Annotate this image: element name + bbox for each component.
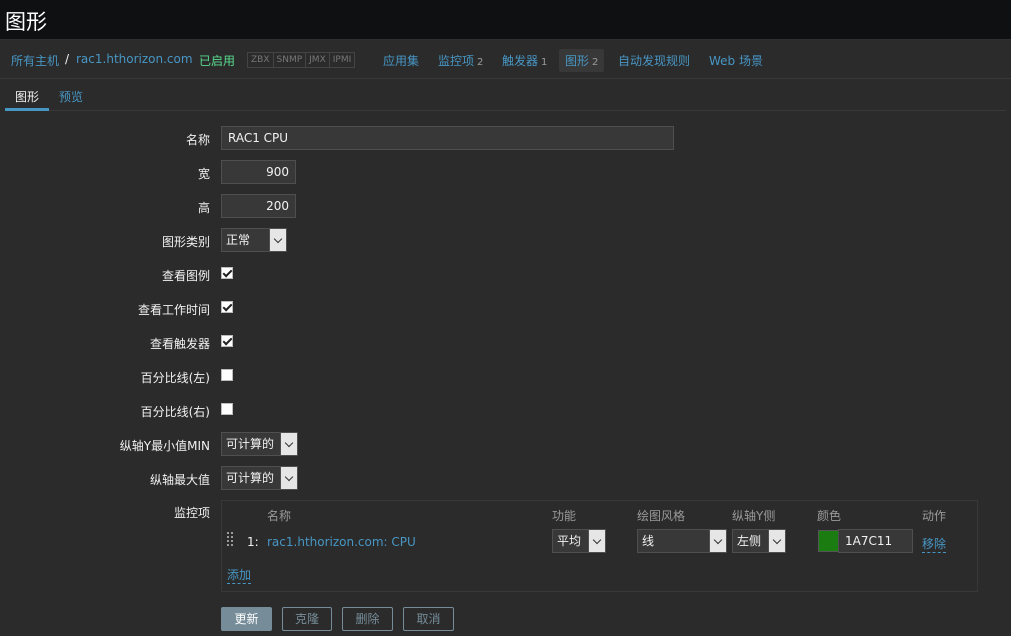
show-work-period-checkbox[interactable] xyxy=(221,301,233,313)
item-color-picker[interactable] xyxy=(818,530,840,552)
item-color-input[interactable] xyxy=(838,529,913,553)
graph-type-select[interactable]: 正常 xyxy=(221,228,287,252)
chevron-down-icon xyxy=(280,433,297,455)
clone-button[interactable]: 克隆 xyxy=(282,607,332,631)
graph-items-table: 名称 功能 绘图风格 纵轴Y侧 颜色 动作 1: rac1.hthorizon.… xyxy=(221,500,978,592)
badge-ipmi: IPMI xyxy=(329,53,355,67)
title-bar: 图形 xyxy=(0,0,1011,40)
ymax-type-select[interactable]: 可计算的 xyxy=(221,466,298,490)
graphs-link[interactable]: 图形 2 xyxy=(559,49,605,72)
item-draw-style-select[interactable]: 线 xyxy=(637,529,727,553)
drag-handle-icon[interactable] xyxy=(227,532,235,548)
percentile-right-label: 百分比线(右) xyxy=(140,405,210,419)
applications-link[interactable]: 应用集 xyxy=(383,52,419,69)
chevron-down-icon xyxy=(269,229,286,251)
item-function-select[interactable]: 平均 xyxy=(552,529,606,553)
triggers-count: 1 xyxy=(541,57,548,68)
item-function-value: 平均 xyxy=(557,534,582,548)
badge-snmp: SNMP xyxy=(273,53,307,67)
items-link[interactable]: 监控项 2 xyxy=(438,52,483,69)
width-label: 宽 xyxy=(197,167,210,181)
triggers-link-label: 触发器 xyxy=(502,54,539,68)
item-y-axis-side-select[interactable]: 左侧 xyxy=(732,529,786,553)
page-title: 图形 xyxy=(5,10,47,34)
triggers-link[interactable]: 触发器 1 xyxy=(502,52,547,69)
tab-graph[interactable]: 图形 xyxy=(15,88,39,105)
form-tabs: 图形 预览 xyxy=(5,80,1006,111)
delete-button[interactable]: 删除 xyxy=(342,607,393,631)
badge-jmx: JMX xyxy=(306,53,330,67)
column-header-draw-style: 绘图风格 xyxy=(637,509,686,523)
tab-preview[interactable]: 预览 xyxy=(59,88,83,105)
show-triggers-checkbox[interactable] xyxy=(221,335,233,347)
name-label: 名称 xyxy=(185,133,210,147)
item-remove-link[interactable]: 移除 xyxy=(922,535,947,553)
column-header-name: 名称 xyxy=(267,509,292,523)
show-legend-checkbox[interactable] xyxy=(221,267,233,279)
column-header-y-axis-side: 纵轴Y侧 xyxy=(732,509,776,523)
item-draw-style-value: 线 xyxy=(642,534,655,548)
percentile-right-checkbox[interactable] xyxy=(221,403,233,415)
items-link-label: 监控项 xyxy=(438,54,475,68)
update-button[interactable]: 更新 xyxy=(221,607,272,631)
graph-form: 名称 宽 高 图形类别 正常 查看图例 查看工作时间 查看触发器 百分比线(左)… xyxy=(5,112,1006,636)
name-input[interactable] xyxy=(221,126,674,150)
graph-type-value: 正常 xyxy=(226,233,251,247)
height-input[interactable] xyxy=(221,194,296,218)
percentile-left-label: 百分比线(左) xyxy=(140,371,210,385)
cancel-button[interactable]: 取消 xyxy=(403,607,454,631)
column-header-action: 动作 xyxy=(922,509,947,523)
percentile-left-checkbox[interactable] xyxy=(221,369,233,381)
width-input[interactable] xyxy=(221,160,296,184)
host-status-enabled[interactable]: 已启用 xyxy=(199,52,235,69)
chevron-down-icon xyxy=(709,530,726,552)
active-tab-indicator xyxy=(5,108,49,111)
host-link[interactable]: rac1.hthorizon.com xyxy=(76,52,193,66)
ymax-type-value: 可计算的 xyxy=(226,471,275,485)
chevron-down-icon xyxy=(280,467,297,489)
items-count: 2 xyxy=(477,57,484,68)
show-triggers-label: 查看触发器 xyxy=(149,337,210,351)
item-row-name-link[interactable]: rac1.hthorizon.com: CPU xyxy=(267,535,416,549)
chevron-down-icon xyxy=(588,530,605,552)
ymin-type-value: 可计算的 xyxy=(226,437,275,451)
chevron-down-icon xyxy=(768,530,785,552)
show-legend-label: 查看图例 xyxy=(161,269,210,283)
breadcrumb-separator: / xyxy=(65,52,70,66)
discovery-rules-link[interactable]: 自动发现规则 xyxy=(618,52,690,69)
item-row-index: 1: xyxy=(247,535,259,549)
graphs-link-label: 图形 xyxy=(565,54,590,68)
web-scenarios-link[interactable]: Web 场景 xyxy=(709,52,763,69)
height-label: 高 xyxy=(197,201,210,215)
host-navigation: 所有主机 / rac1.hthorizon.com 已启用 ZBX SNMP J… xyxy=(0,41,1011,79)
items-label: 监控项 xyxy=(173,506,210,520)
graphs-count: 2 xyxy=(592,57,599,68)
ymin-type-select[interactable]: 可计算的 xyxy=(221,432,298,456)
column-header-color: 颜色 xyxy=(817,509,842,523)
column-header-function: 功能 xyxy=(552,509,577,523)
badge-zbx: ZBX xyxy=(248,53,274,67)
show-work-period-label: 查看工作时间 xyxy=(137,303,210,317)
add-item-link[interactable]: 添加 xyxy=(227,566,252,584)
all-hosts-link[interactable]: 所有主机 xyxy=(11,52,59,69)
availability-badges: ZBX SNMP JMX IPMI xyxy=(247,52,356,68)
item-y-axis-side-value: 左侧 xyxy=(737,534,762,548)
ymin-label: 纵轴Y最小值MIN xyxy=(119,439,210,453)
graph-type-label: 图形类别 xyxy=(161,235,210,249)
ymax-label: 纵轴最大值 xyxy=(149,473,210,487)
